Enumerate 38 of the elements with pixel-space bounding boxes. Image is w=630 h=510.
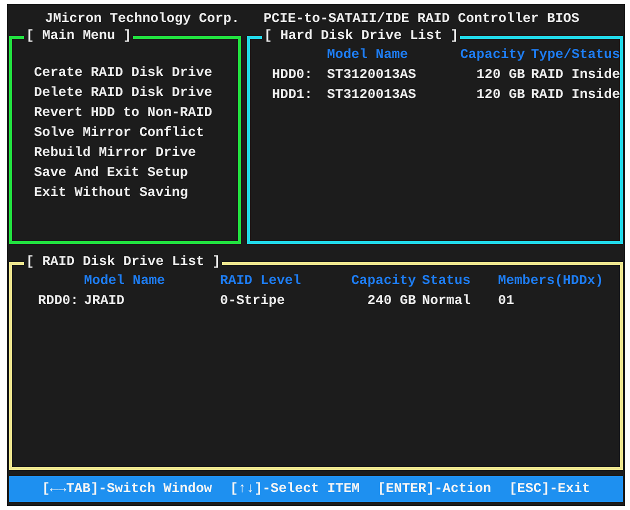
vendor-title: JMicron Technology Corp. bbox=[45, 12, 240, 26]
key-hint: [ESC]-Exit bbox=[509, 482, 590, 496]
column-header: Model Name bbox=[84, 273, 166, 291]
table-cell-text: 01 bbox=[498, 293, 516, 311]
menu-item[interactable]: Rebuild Mirror Drive bbox=[34, 144, 238, 164]
table-cell-text: 120 GB bbox=[475, 67, 525, 85]
column-header: Status bbox=[422, 273, 472, 291]
column-header: Capacity bbox=[459, 47, 525, 65]
key-hint: [←→TAB]-Switch Window bbox=[42, 482, 212, 496]
menu-item[interactable]: Revert HDD to Non-RAID bbox=[34, 104, 238, 124]
panel-title: [ Main Menu ] bbox=[25, 30, 132, 44]
column-header: Model Name bbox=[327, 47, 410, 65]
menu-item[interactable]: Solve Mirror Conflict bbox=[34, 124, 238, 144]
table-cell-text: RAID Inside bbox=[531, 67, 620, 85]
table-cell-text: 0-Stripe bbox=[220, 293, 286, 311]
product-title: PCIE-to-SATAII/IDE RAID Controller BIOS bbox=[263, 12, 580, 26]
column-header: Type/Status bbox=[531, 47, 620, 65]
column-header: RAID Level bbox=[220, 273, 302, 291]
table-cell-text: RDD0: bbox=[38, 293, 78, 311]
menu-item[interactable]: Cerate RAID Disk Drive bbox=[34, 64, 238, 84]
menu-item[interactable]: Exit Without Saving bbox=[34, 184, 238, 204]
table-cell-text: Normal bbox=[422, 293, 472, 311]
panel-title: [ RAID Disk Drive List ] bbox=[25, 256, 222, 270]
table-cell-text: 240 GB bbox=[366, 293, 416, 311]
table-cell-text: ST3120013AS bbox=[327, 67, 418, 85]
table-cell-text: ST3120013AS bbox=[327, 87, 418, 105]
table-cell-text: 120 GB bbox=[475, 87, 525, 105]
table-cell-text: RAID Inside bbox=[531, 87, 620, 105]
key-hint: [↑↓]-Select ITEM bbox=[230, 482, 360, 496]
table-cell-text: HDD0: bbox=[272, 67, 314, 85]
menu-item[interactable]: Delete RAID Disk Drive bbox=[34, 84, 238, 104]
key-hint: [ENTER]-Action bbox=[378, 482, 492, 496]
column-header: Capacity bbox=[350, 273, 416, 291]
table-cell-text: JRAID bbox=[84, 293, 126, 311]
menu-item[interactable]: Save And Exit Setup bbox=[34, 164, 238, 184]
table-cell-text: HDD1: bbox=[272, 87, 314, 105]
panel-title: [ Hard Disk Drive List ] bbox=[263, 30, 460, 44]
column-header: Members(HDDx) bbox=[498, 273, 604, 291]
